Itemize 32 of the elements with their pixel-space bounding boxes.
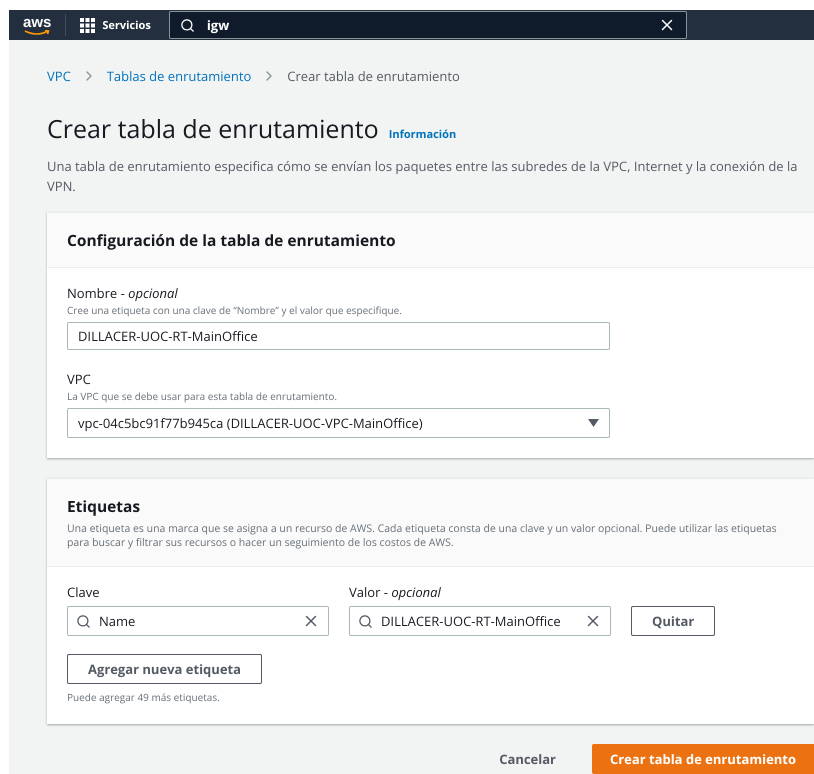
tag-value-field[interactable]: DILLACER-UOC-RT-MainOffice — [349, 606, 611, 636]
services-button[interactable]: Servicios — [80, 18, 151, 32]
field-label: Valor - opcional — [349, 583, 442, 601]
tags-remaining-note: Puede agregar 49 más etiquetas. — [67, 690, 221, 704]
field-label: VPC — [67, 370, 92, 388]
field-hint: Cree una etiqueta con una clave de “Nombre” y el valor que especifique. — [67, 303, 403, 317]
field-hint: La VPC que se debe usar para esta tabla de enrutamiento. — [67, 389, 338, 403]
card-title: Configuración de la tabla de enrutamiento — [67, 229, 397, 251]
page-title: Crear tabla de enrutamiento — [47, 112, 379, 146]
field-label: Clave — [67, 583, 100, 601]
search-input[interactable]: igw — [204, 15, 648, 35]
page-description: Una tabla de enrutamiento especifica cómo se envían los paquetes entre las subredes de la VPC, Internet y la conexión de la VPN. — [47, 156, 798, 196]
card-title: Etiquetas — [67, 495, 142, 517]
vpc-select[interactable]: vpc-04c5bc91f77b945ca (DILLACER-UOC-VPC-MainOffice) — [67, 408, 610, 438]
search-field[interactable]: igw — [168, 11, 687, 39]
tag-key-field[interactable]: Name — [67, 606, 329, 636]
breadcrumb-current-page: Crear tabla de enrutamiento — [287, 67, 460, 85]
search-icon — [180, 18, 195, 32]
field-label: Nombre - opcional — [67, 284, 179, 302]
grid-icon — [80, 18, 96, 32]
breadcrumb-link[interactable]: VPC — [47, 67, 71, 85]
remove-button[interactable]: Quitar — [631, 606, 716, 636]
search-icon — [76, 614, 91, 628]
search-icon — [358, 614, 373, 628]
add-tag-button[interactable]: Agregar nueva etiqueta — [67, 654, 262, 684]
cancel-button[interactable]: Cancelar — [493, 749, 562, 769]
table-name-field[interactable]: DILLACER-UOC-RT-MainOffice — [67, 322, 610, 350]
card-description: Una etiqueta es una marca que se asigna a un recurso de AWS. Cada etiqueta consta de una clave y un valor opcional. Puede utilizar las etiquetas para buscar y filtrar sus recursos o hacer un seguimiento de los costos de AWS. — [67, 522, 778, 550]
info-link[interactable]: Información — [388, 127, 456, 142]
breadcrumb-link[interactable]: Tablas de enrutamiento — [106, 67, 252, 85]
caret-icon — [588, 419, 599, 427]
aws-logo[interactable]: aws — [23, 14, 52, 36]
